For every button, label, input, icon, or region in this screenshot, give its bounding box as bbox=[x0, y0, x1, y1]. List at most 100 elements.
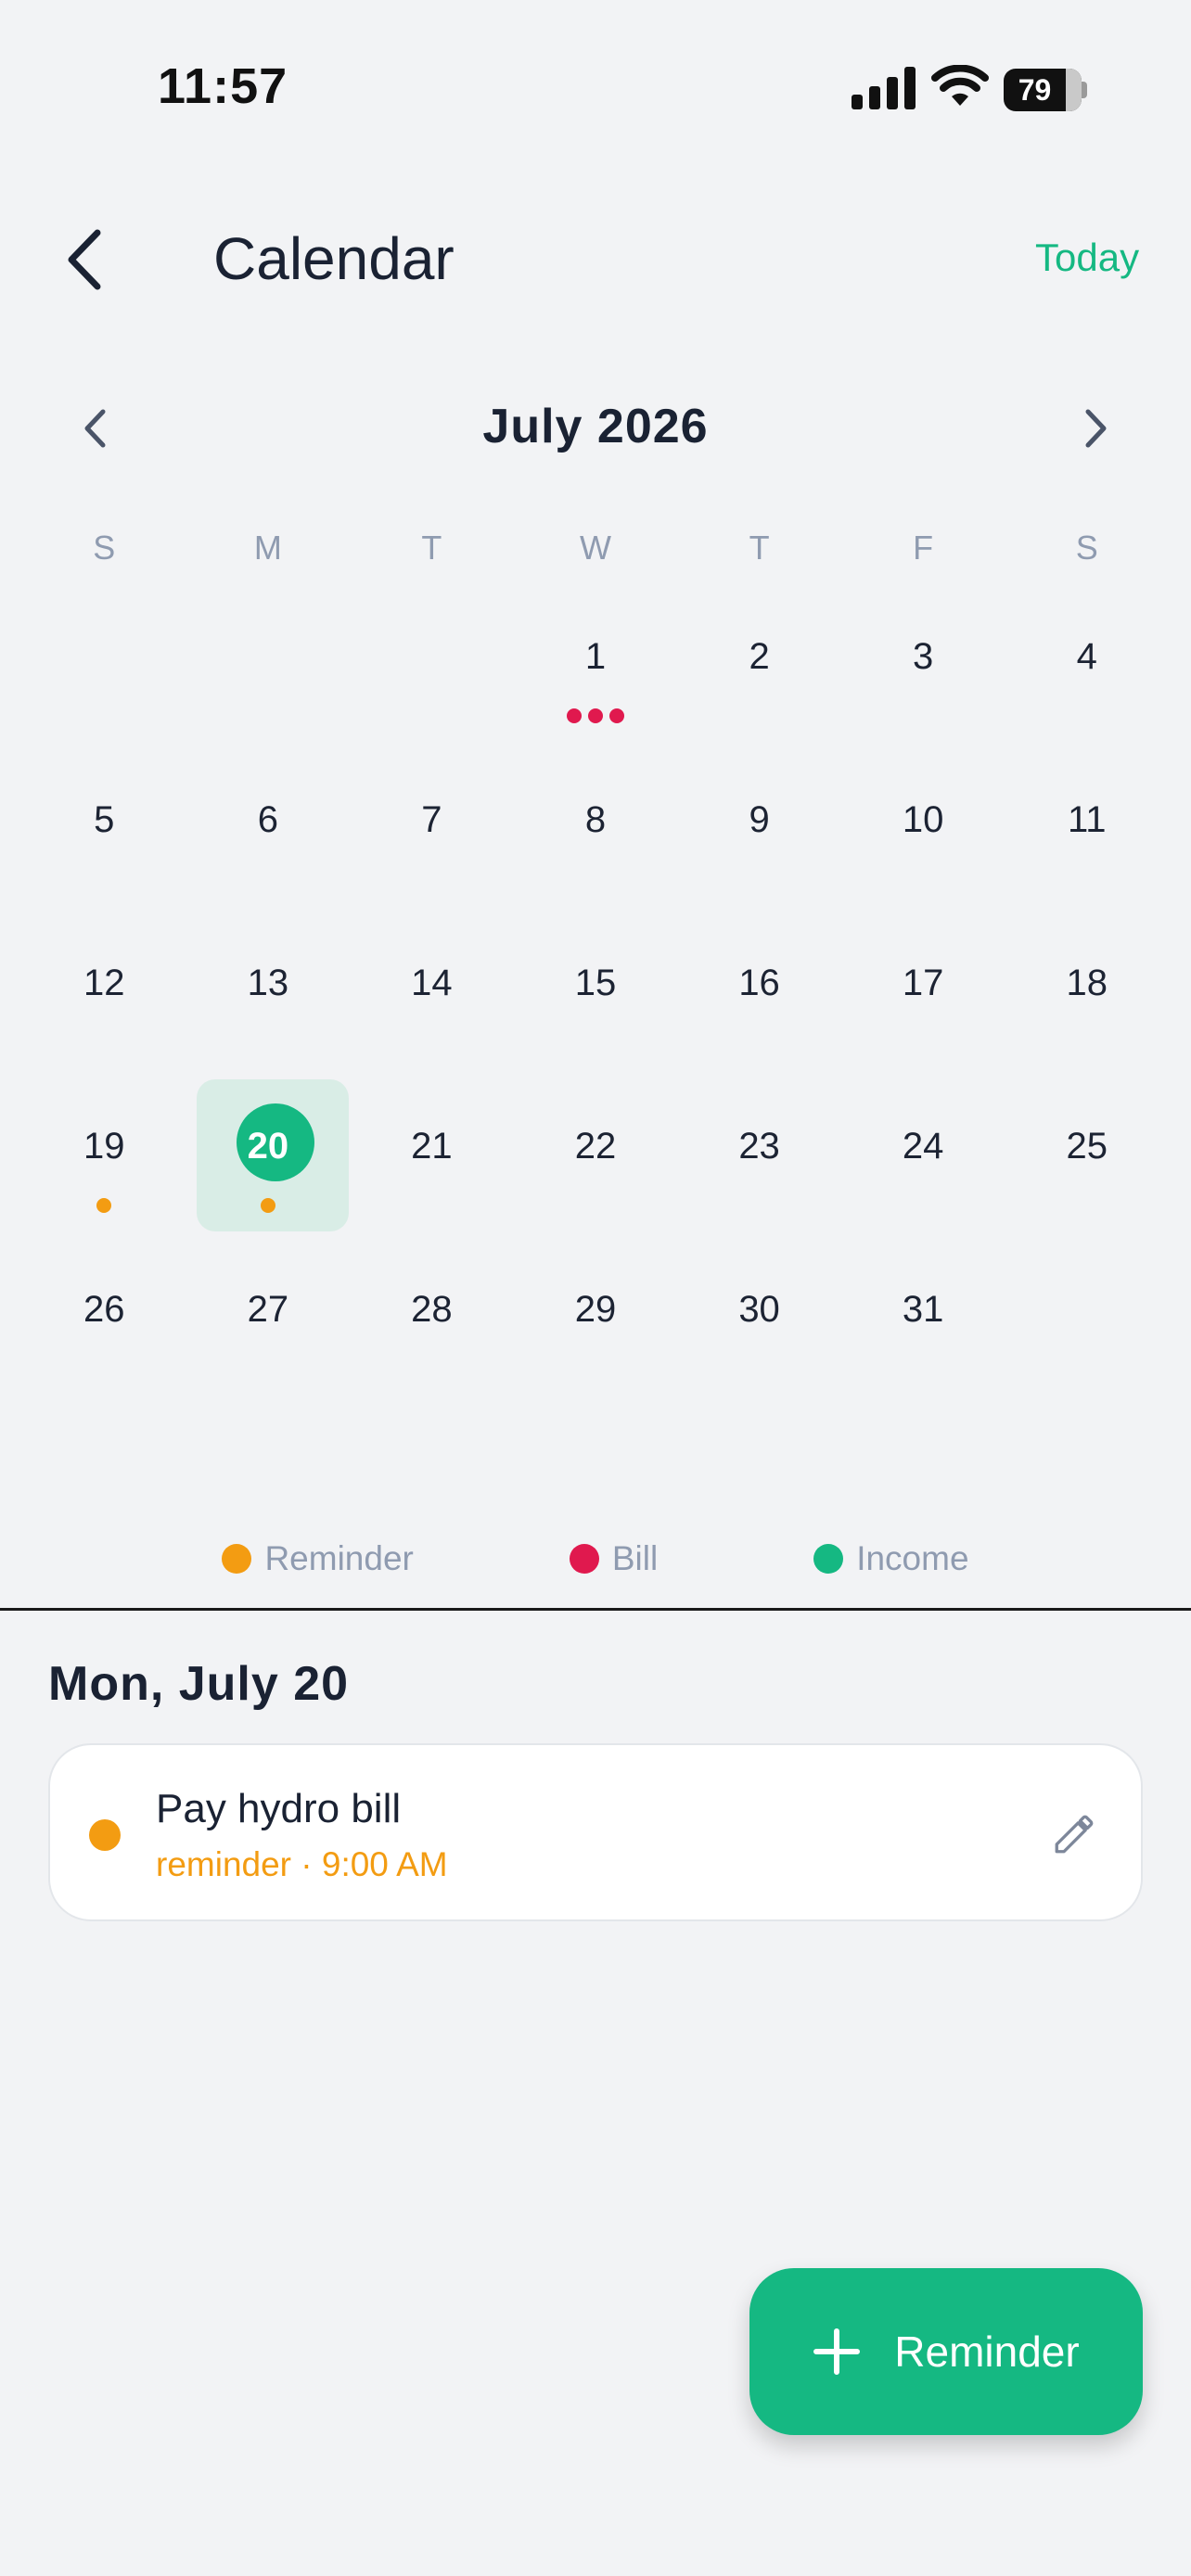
chevron-left-icon bbox=[68, 229, 101, 290]
weekday-header-row: S M T W T F S bbox=[22, 529, 1169, 567]
day-number: 28 bbox=[411, 1289, 453, 1330]
day-number: 12 bbox=[83, 963, 125, 1003]
day-number: 24 bbox=[902, 1126, 944, 1167]
day-cell[interactable]: 15 bbox=[514, 916, 678, 1079]
day-cell[interactable]: 29 bbox=[514, 1243, 678, 1406]
day-number: 26 bbox=[83, 1289, 125, 1330]
empty-day-cell bbox=[22, 590, 186, 753]
weekday-label: T bbox=[421, 529, 442, 567]
legend-swatch bbox=[569, 1544, 599, 1574]
day-cell[interactable]: 14 bbox=[350, 916, 514, 1079]
calendar-grid: 1 2 3 4 5 6 7 8 9 10 11 12 13 14 15 16 17 18 19 20 21 22 23 24 2… bbox=[22, 590, 1169, 1406]
day-number: 13 bbox=[247, 963, 289, 1003]
day-number: 4 bbox=[1076, 636, 1097, 677]
day-number: 10 bbox=[902, 799, 944, 840]
event-card[interactable]: Pay hydro bill reminder · 9:00 AM bbox=[48, 1743, 1143, 1921]
battery-tip bbox=[1082, 82, 1087, 98]
day-number: 27 bbox=[247, 1289, 289, 1330]
day-cell[interactable]: 12 bbox=[22, 916, 186, 1079]
day-cell[interactable]: 31 bbox=[841, 1243, 1005, 1406]
empty-day-cell bbox=[350, 590, 514, 753]
day-cell[interactable]: 30 bbox=[677, 1243, 841, 1406]
wifi-icon bbox=[931, 65, 989, 106]
divider bbox=[0, 1608, 1191, 1611]
day-number: 18 bbox=[1066, 963, 1108, 1003]
day-cell[interactable]: 6 bbox=[186, 753, 351, 916]
day-cell[interactable]: 11 bbox=[1005, 753, 1169, 916]
day-cell[interactable]: 10 bbox=[841, 753, 1005, 916]
legend-item-income: Income bbox=[813, 1539, 969, 1578]
day-cell[interactable]: 19 bbox=[22, 1079, 186, 1243]
day-number: 21 bbox=[411, 1126, 453, 1167]
day-cell[interactable]: 8 bbox=[514, 753, 678, 916]
day-number: 3 bbox=[913, 636, 934, 677]
add-reminder-button[interactable]: Reminder bbox=[749, 2268, 1143, 2435]
day-cell[interactable]: 4 bbox=[1005, 590, 1169, 753]
weekday-label: S bbox=[1075, 529, 1098, 567]
event-indicators bbox=[22, 1198, 186, 1213]
legend-item-bill: Bill bbox=[569, 1539, 659, 1578]
status-time: 11:57 bbox=[158, 58, 288, 114]
calendar-legend: Reminder Bill Income bbox=[0, 1539, 1191, 1578]
day-cell[interactable]: 3 bbox=[841, 590, 1005, 753]
day-number: 11 bbox=[1067, 799, 1107, 840]
day-cell[interactable]: 7 bbox=[350, 753, 514, 916]
next-month-button[interactable] bbox=[1067, 391, 1126, 465]
event-indicators bbox=[186, 1198, 351, 1213]
plus-icon bbox=[813, 2328, 861, 2375]
event-title: Pay hydro bill bbox=[156, 1786, 402, 1831]
day-cell[interactable]: 22 bbox=[514, 1079, 678, 1243]
day-number: 30 bbox=[738, 1289, 780, 1330]
day-number: 17 bbox=[902, 963, 944, 1003]
day-number: 22 bbox=[574, 1126, 617, 1167]
legend-swatch bbox=[222, 1544, 252, 1574]
pencil-icon bbox=[1055, 1815, 1094, 1854]
day-cell[interactable]: 18 bbox=[1005, 916, 1169, 1079]
day-cell[interactable]: 24 bbox=[841, 1079, 1005, 1243]
day-cell[interactable]: 2 bbox=[677, 590, 841, 753]
edit-event-button[interactable] bbox=[1044, 1804, 1104, 1864]
legend-item-reminder: Reminder bbox=[222, 1539, 414, 1578]
event-dot bbox=[566, 708, 582, 723]
today-button[interactable]: Today bbox=[1035, 236, 1139, 280]
day-cell[interactable]: 27 bbox=[186, 1243, 351, 1406]
day-number: 7 bbox=[421, 799, 442, 840]
empty-day-cell bbox=[186, 590, 351, 753]
day-cell[interactable]: 13 bbox=[186, 916, 351, 1079]
day-cell[interactable]: 26 bbox=[22, 1243, 186, 1406]
day-cell[interactable]: 28 bbox=[350, 1243, 514, 1406]
back-button[interactable] bbox=[46, 215, 121, 304]
day-cell[interactable]: 9 bbox=[677, 753, 841, 916]
event-dot bbox=[96, 1198, 112, 1213]
chevron-right-icon bbox=[1085, 409, 1107, 448]
day-number: 2 bbox=[749, 636, 770, 677]
day-number: 6 bbox=[257, 799, 278, 840]
day-number: 31 bbox=[902, 1289, 944, 1330]
weekday-label: F bbox=[913, 529, 934, 567]
legend-label: Reminder bbox=[264, 1539, 414, 1577]
day-cell[interactable]: 5 bbox=[22, 753, 186, 916]
page-title: Calendar bbox=[213, 225, 455, 292]
day-number: 16 bbox=[738, 963, 780, 1003]
day-cell[interactable]: 21 bbox=[350, 1079, 514, 1243]
selected-date-heading: Mon, July 20 bbox=[48, 1657, 350, 1711]
day-number: 9 bbox=[749, 799, 770, 840]
day-number: 5 bbox=[94, 799, 115, 840]
battery-level: 79 bbox=[1018, 72, 1052, 107]
weekday-label: S bbox=[93, 529, 116, 567]
day-cell[interactable]: 16 bbox=[677, 916, 841, 1079]
event-dot bbox=[587, 708, 603, 723]
day-cell[interactable]: 1 bbox=[514, 590, 678, 753]
weekday-label: M bbox=[253, 529, 282, 567]
day-cell[interactable]: 25 bbox=[1005, 1079, 1169, 1243]
day-cell-selected[interactable]: 20 bbox=[186, 1079, 351, 1243]
day-number: 14 bbox=[411, 963, 453, 1003]
day-cell[interactable]: 17 bbox=[841, 916, 1005, 1079]
day-cell[interactable]: 23 bbox=[677, 1079, 841, 1243]
legend-swatch bbox=[813, 1544, 844, 1574]
day-number: 19 bbox=[83, 1126, 125, 1167]
legend-label: Bill bbox=[611, 1539, 659, 1577]
day-number: 29 bbox=[574, 1289, 617, 1330]
event-meta: reminder · 9:00 AM bbox=[156, 1845, 448, 1883]
day-number: 1 bbox=[584, 636, 607, 677]
